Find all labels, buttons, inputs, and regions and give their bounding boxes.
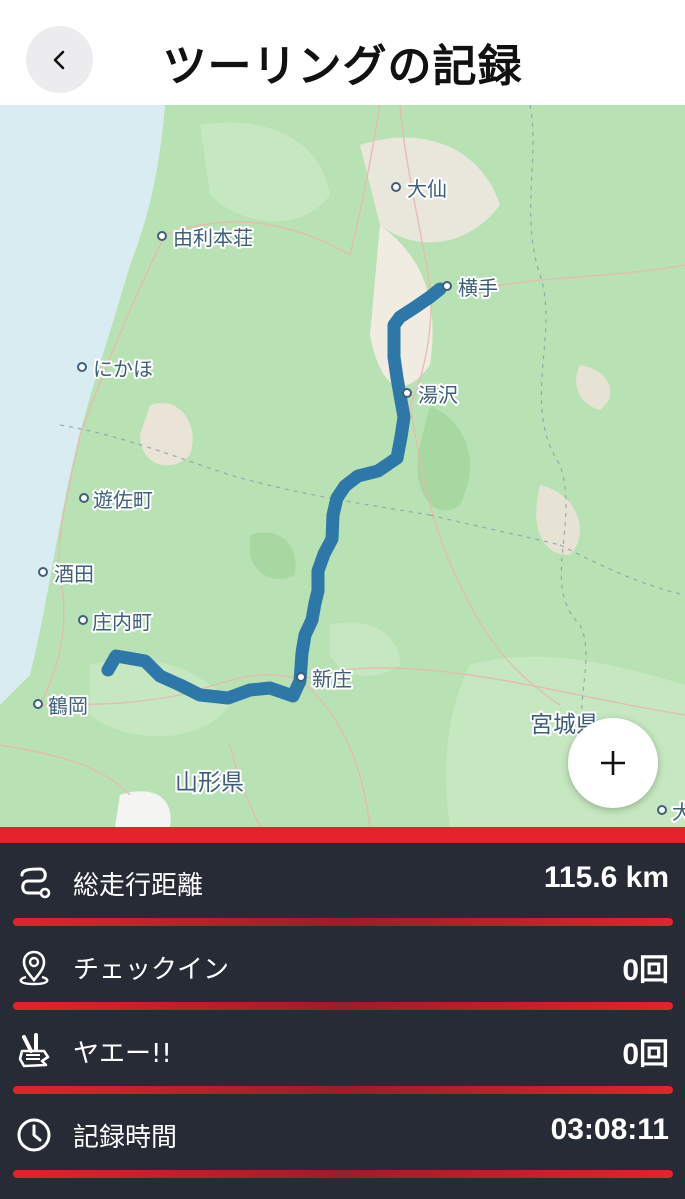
city-label-yuza: 遊佐町: [93, 488, 153, 512]
stat-label: ヤエー!!: [73, 1039, 172, 1069]
stat-row-time: 記録時間 03:08:11: [0, 1095, 685, 1179]
stat-label: 総走行距離: [73, 871, 204, 901]
route-line: [101, 282, 447, 705]
peace-hand-icon: [18, 1033, 50, 1068]
header-bar: ツーリングの記録: [0, 0, 685, 105]
stat-row-yae: ヤエー!! 0回: [0, 1011, 685, 1095]
city-label-yokote: 横手: [458, 276, 498, 300]
stat-value: 0回: [622, 954, 669, 987]
city-label-partial: 大: [672, 800, 685, 824]
stat-value: 0回: [622, 1038, 669, 1071]
stats-panel: 総走行距離 115.6 km チェックイン 0回 ヤエー!! 0回 記録時間 0…: [0, 843, 685, 1199]
city-label-sakata: 酒田: [54, 562, 94, 586]
city-label-tsuruoka: 鶴岡: [48, 694, 88, 718]
city-label-daisen: 大仙: [407, 177, 447, 201]
stat-row-checkin: チェックイン 0回: [0, 927, 685, 1011]
clock-icon: [17, 1118, 51, 1152]
city-label-nikaho: にかほ: [93, 357, 153, 381]
city-label-yurihonjo: 由利本荘: [173, 226, 253, 250]
row-divider: [13, 1002, 673, 1010]
stat-label: チェックイン: [73, 955, 230, 985]
stat-label: 記録時間: [73, 1123, 178, 1153]
route-map[interactable]: 大仙 由利本荘 横手 にかほ 湯沢 遊佐町 酒田 庄内町 新庄 鶴岡 大 山形県…: [0, 105, 685, 827]
row-divider: [13, 1170, 673, 1178]
stat-value: 03:08:11: [550, 1113, 669, 1146]
row-divider: [13, 918, 673, 926]
city-label-shonai: 庄内町: [92, 610, 152, 634]
stats-accent-bar: [0, 827, 685, 843]
stat-row-distance: 総走行距離 115.6 km: [0, 843, 685, 927]
page-title: ツーリングの記録: [162, 41, 523, 92]
city-label-shinjo: 新庄: [312, 667, 352, 691]
prefecture-label-yamagata: 山形県: [175, 770, 244, 796]
stat-value: 115.6 km: [543, 861, 669, 894]
location-pin-icon: [19, 950, 49, 986]
plus-icon: [601, 751, 625, 775]
row-divider: [13, 1086, 673, 1094]
route-icon: [20, 867, 51, 899]
zoom-in-button[interactable]: [568, 718, 658, 808]
city-label-yuzawa: 湯沢: [418, 383, 458, 407]
